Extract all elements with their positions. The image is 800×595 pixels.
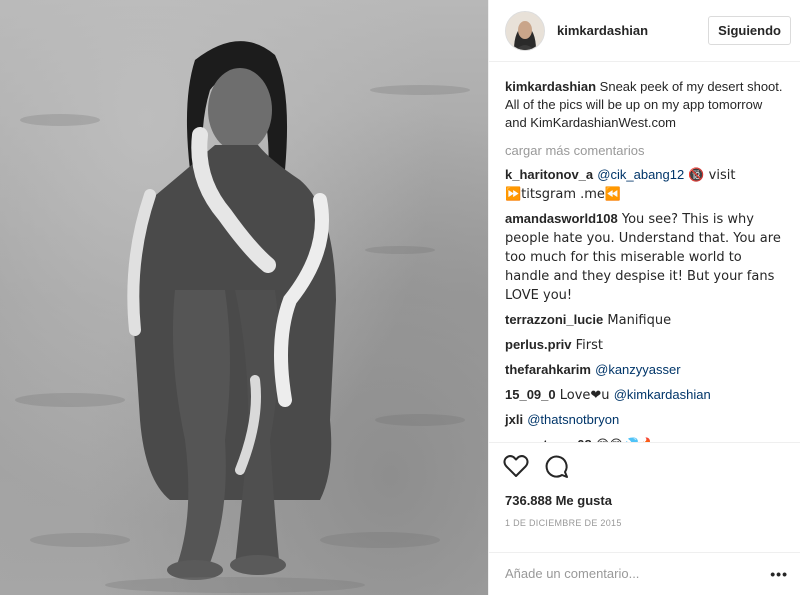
caption: kimkardashian Sneak peek of my desert sh… — [505, 78, 784, 132]
comment-item: thefarahkarim @kanzyyasser — [505, 361, 784, 380]
caption-username[interactable]: kimkardashian — [505, 79, 596, 94]
add-comment-input[interactable]: Añade un comentario... — [505, 566, 770, 581]
post-header: kimkardashian Siguiendo — [489, 0, 800, 63]
comment-username[interactable]: terrazzoni_lucie — [505, 312, 603, 327]
username-link[interactable]: kimkardashian — [557, 23, 708, 38]
comment-text: First — [571, 338, 603, 354]
post-panel: kimkardashian Siguiendo kimkardashian Sn… — [488, 0, 800, 595]
comment-item: terrazzoni_lucie Manifique — [505, 311, 784, 330]
comment-item: 15_09_0 Love❤u @kimkardashian — [505, 386, 784, 405]
comment-item: perlus.priv First — [505, 336, 784, 355]
comment-item: jxli @thatsnotbryon — [505, 411, 784, 430]
comment-text: Manifique — [603, 313, 672, 329]
add-comment-bar: Añade un comentario... ••• — [489, 551, 800, 595]
post-container: kimkardashian Siguiendo kimkardashian Sn… — [0, 0, 800, 595]
comment-username[interactable]: perlus.priv — [505, 337, 571, 352]
more-options-icon[interactable]: ••• — [770, 566, 788, 582]
comment-icon[interactable] — [543, 453, 569, 482]
heart-icon[interactable] — [503, 454, 529, 481]
comment-mention-link[interactable]: @kanzyyasser — [595, 362, 680, 377]
comment-username[interactable]: amandasworld108 — [505, 211, 618, 226]
comment-mention-link[interactable]: @thatsnotbryon — [527, 412, 619, 427]
comment-mention-link[interactable]: @cik_abang12 — [597, 167, 684, 182]
photo-illustration — [15, 41, 470, 593]
comment-mention-link[interactable]: @kimkardashian — [614, 387, 711, 402]
comment-item: amandasworld108 You see? This is why peo… — [505, 210, 784, 305]
action-icons — [503, 453, 784, 481]
actions-section: 736.888 Me gusta 1 DE DICIEMBRE DE 2015 — [489, 442, 800, 552]
post-date: 1 DE DICIEMBRE DE 2015 — [505, 518, 622, 529]
comment-text: Love❤u — [555, 388, 614, 404]
comment-item: k_haritonov_a @cik_abang12 🔞 visit ⏩tits… — [505, 166, 784, 204]
comment-username[interactable]: jxli — [505, 412, 523, 427]
comment-username[interactable]: thefarahkarim — [505, 362, 591, 377]
comment-username[interactable]: k_haritonov_a — [505, 167, 593, 182]
load-more-comments-link[interactable]: cargar más comentarios — [505, 142, 784, 160]
comments-list: kimkardashian Sneak peek of my desert sh… — [489, 62, 800, 442]
post-photo[interactable] — [0, 0, 488, 595]
avatar-image — [506, 11, 544, 50]
comment-username[interactable]: 15_09_0 — [505, 387, 556, 402]
following-button[interactable]: Siguiendo — [708, 16, 791, 45]
avatar[interactable] — [505, 10, 545, 51]
likes-count[interactable]: 736.888 Me gusta — [505, 493, 784, 508]
